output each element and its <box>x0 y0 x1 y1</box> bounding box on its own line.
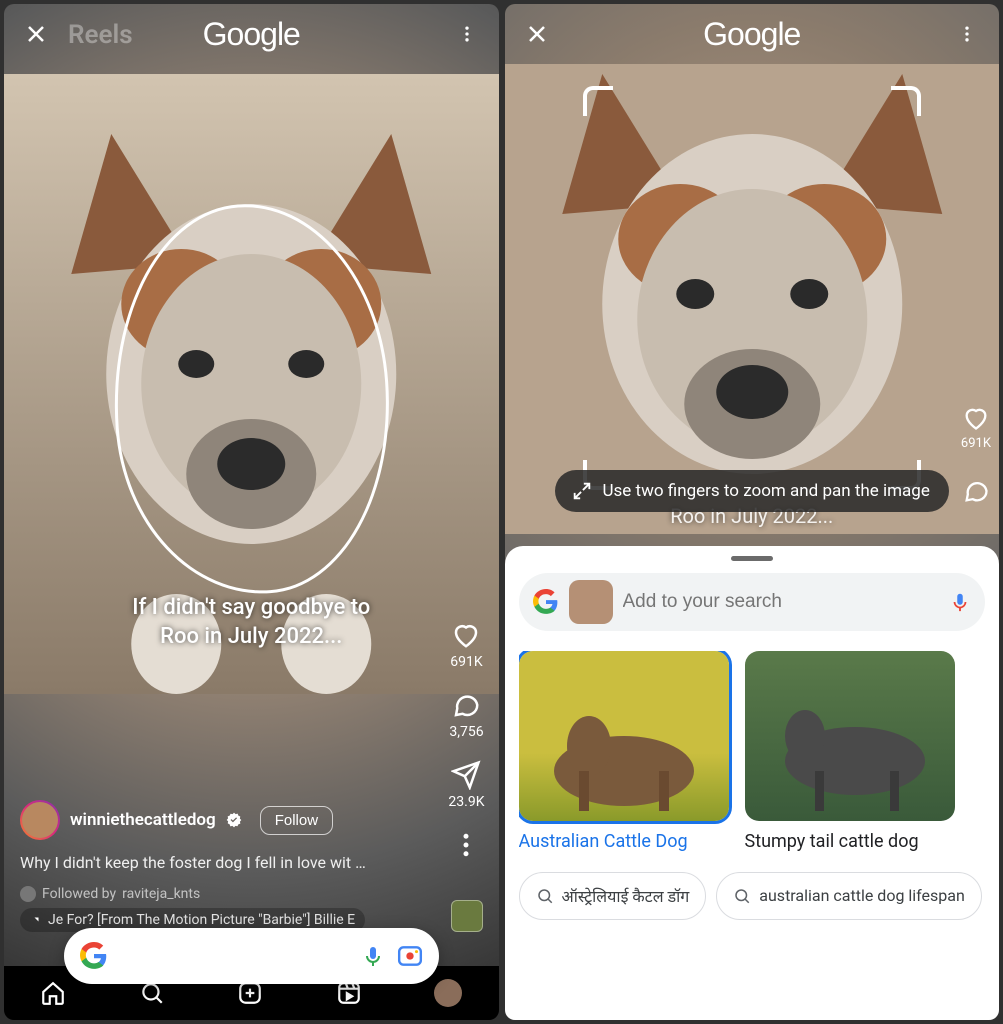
chip-0[interactable]: ऑस्ट्रेलियाई कैटल डॉग <box>519 872 707 920</box>
comment-button[interactable]: 3,756 <box>449 690 483 740</box>
left-pane: Reels Google <box>4 4 499 1020</box>
send-icon <box>451 760 481 790</box>
follower-avatar <box>20 886 36 902</box>
comment-icon[interactable] <box>962 477 990 505</box>
close-button[interactable] <box>22 20 50 48</box>
result-label: Stumpy tail cattle dog <box>745 831 955 854</box>
share-count: 23.9K <box>448 794 484 810</box>
profile-avatar[interactable] <box>434 979 462 1007</box>
comment-count: 3,756 <box>449 724 483 740</box>
share-button[interactable]: 23.9K <box>448 760 484 810</box>
search-icon <box>733 887 751 905</box>
google-logo: Google <box>703 16 800 53</box>
zoom-hint-tooltip: Use two fingers to zoom and pan the imag… <box>555 470 950 512</box>
chip-label: ऑस्ट्रेलियाई कैटल डॉग <box>562 885 690 907</box>
like-count: 691K <box>450 654 482 670</box>
reel-description[interactable]: Why I didn't keep the foster dog I fell … <box>20 853 429 872</box>
heart-icon[interactable] <box>962 404 990 432</box>
expand-icon <box>571 480 593 502</box>
close-icon <box>525 22 549 46</box>
reel-author-row[interactable]: winniethecattledog Follow <box>20 800 419 840</box>
reel-action-rail-partial: 691K <box>961 404 991 505</box>
search-input[interactable] <box>623 591 940 613</box>
google-logo: Google <box>203 16 300 53</box>
audio-thumbnail[interactable] <box>451 900 483 932</box>
sheet-grab-handle[interactable] <box>731 556 773 561</box>
arrow-up-right-icon <box>30 914 42 926</box>
lens-top-bar: Google <box>505 4 1000 64</box>
caption-line2: Roo in July 2022... <box>160 624 342 649</box>
lens-search-box[interactable] <box>519 573 986 631</box>
chip-1[interactable]: australian cattle dog lifespan <box>716 872 982 920</box>
more-vert-icon <box>957 24 977 44</box>
close-button[interactable] <box>523 20 551 48</box>
reel-more-button[interactable] <box>451 830 481 860</box>
mic-icon[interactable] <box>949 590 971 614</box>
search-icon <box>536 887 554 905</box>
result-label: Australian Cattle Dog <box>519 831 729 854</box>
crop-corner-tl[interactable] <box>583 86 613 116</box>
author-avatar[interactable] <box>20 800 60 840</box>
followed-by-prefix: Followed by <box>42 886 116 902</box>
author-username[interactable]: winniethecattledog <box>70 810 216 830</box>
verified-icon <box>226 812 242 828</box>
result-thumbnail <box>745 651 955 821</box>
reel-action-rail: 691K 3,756 23.9K <box>448 620 484 860</box>
search-thumbnail <box>569 580 613 624</box>
google-g-icon <box>533 589 559 615</box>
more-vert-icon <box>451 830 481 860</box>
like-count: 691K <box>961 436 991 451</box>
more-button[interactable] <box>953 20 981 48</box>
close-icon <box>24 22 48 46</box>
right-pane: Google 691K Use two finge <box>505 4 1000 1020</box>
crop-overlay[interactable] <box>583 86 922 490</box>
related-search-chips: ऑस्ट्रेलियाई कैटल डॉग australian cattle … <box>519 872 986 920</box>
reel-caption-overlay: If I didn't say goodbye to Roo in July 2… <box>4 594 499 651</box>
followed-by-user: raviteja_knts <box>122 886 200 902</box>
more-vert-icon <box>457 24 477 44</box>
crop-corner-tr[interactable] <box>891 86 921 116</box>
lens-top-bar: Google <box>4 4 499 64</box>
heart-icon <box>451 620 481 650</box>
google-search-pill[interactable] <box>64 928 439 984</box>
audio-title: Je For? [From The Motion Picture "Barbie… <box>48 912 355 928</box>
result-card-1[interactable]: Stumpy tail cattle dog <box>745 651 955 854</box>
lens-icon[interactable] <box>397 943 423 969</box>
more-button[interactable] <box>453 20 481 48</box>
mic-icon[interactable] <box>361 944 385 968</box>
home-icon[interactable] <box>40 980 66 1006</box>
lens-results-sheet[interactable]: Australian Cattle Dog Stumpy tail cattle… <box>505 546 1000 1020</box>
zoom-hint-text: Use two fingers to zoom and pan the imag… <box>603 481 930 501</box>
chip-label: australian cattle dog lifespan <box>759 886 965 905</box>
follow-button[interactable]: Follow <box>260 806 333 835</box>
like-button[interactable]: 691K <box>450 620 482 670</box>
result-card-0[interactable]: Australian Cattle Dog <box>519 651 729 854</box>
comment-icon <box>451 690 481 720</box>
followed-by-row[interactable]: Followed by raviteja_knts <box>20 886 200 902</box>
google-g-icon <box>80 942 108 970</box>
result-thumbnail <box>519 651 729 821</box>
visual-match-results: Australian Cattle Dog Stumpy tail cattle… <box>519 651 986 854</box>
caption-line1: If I didn't say goodbye to <box>132 595 370 620</box>
